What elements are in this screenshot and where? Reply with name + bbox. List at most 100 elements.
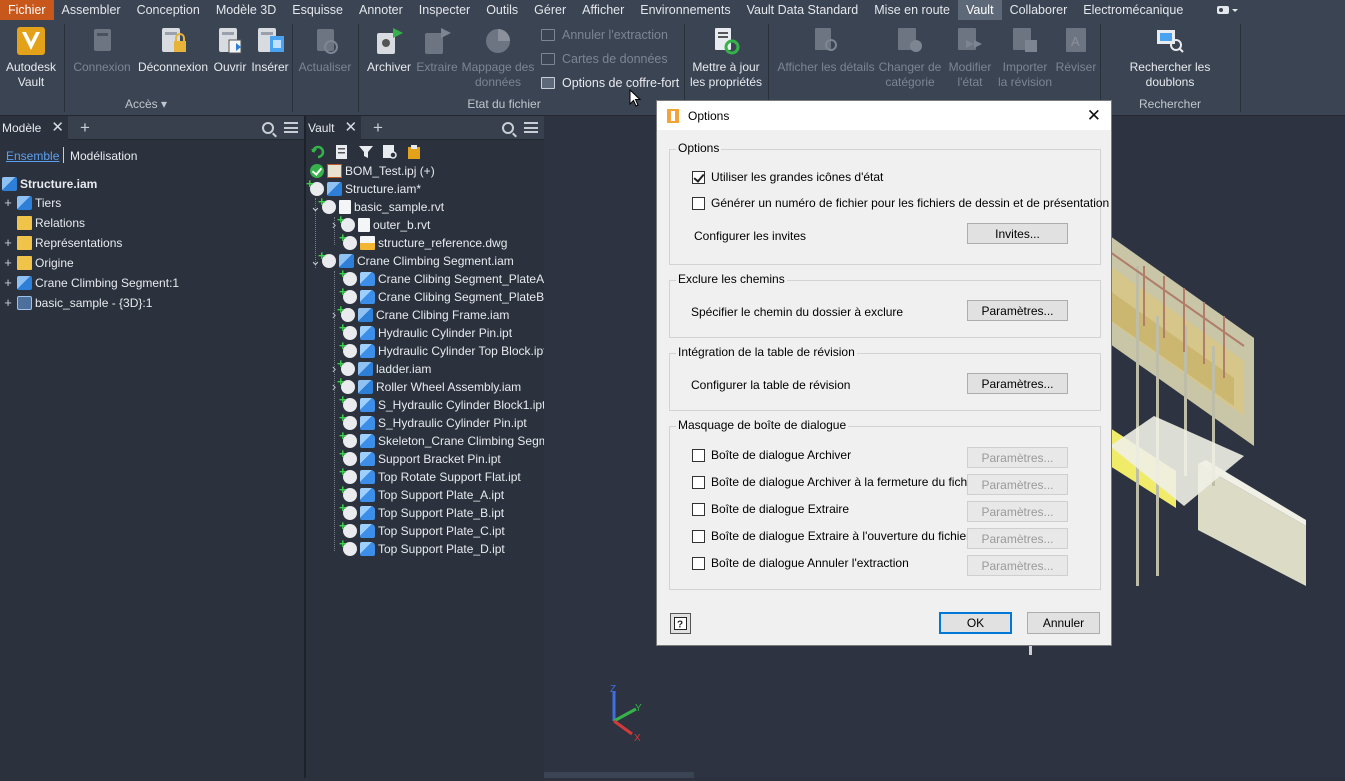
connexion-button[interactable]: Connexion — [72, 26, 132, 75]
vault-item-structure[interactable]: + Structure.iam* — [306, 177, 421, 198]
expand-icon[interactable]: + — [3, 194, 13, 212]
menu-conception[interactable]: Conception — [129, 0, 208, 20]
menu-vault[interactable]: Vault — [957, 0, 1002, 20]
vault-item-basic-sample[interactable]: ⌄ + basic_sample.rvt — [310, 195, 444, 216]
checkbox-icon[interactable] — [692, 502, 705, 516]
masquage-archiver-parametres-button[interactable]: Paramètres... — [967, 447, 1068, 468]
mappage-donnees-button[interactable]: Mappage des données — [460, 26, 536, 90]
tab-modele[interactable]: Modèle ✕ — [0, 115, 68, 140]
menu-collaborer[interactable]: Collaborer — [1002, 0, 1076, 20]
vault-item-support-bracket-pin[interactable]: + Support Bracket Pin.ipt — [339, 447, 501, 468]
vault-item-top-plate-b[interactable]: + Top Support Plate_B.ipt — [339, 501, 504, 522]
expand-icon[interactable]: + — [3, 234, 13, 252]
deconnexion-button[interactable]: Déconnexion — [137, 26, 209, 75]
expand-icon[interactable]: + — [3, 274, 13, 292]
close-icon[interactable]: ✕ — [51, 116, 64, 140]
archiver-button[interactable]: Archiver — [364, 26, 414, 75]
menu-environnements[interactable]: Environnements — [632, 0, 738, 20]
cartes-donnees-button[interactable]: Cartes de données — [541, 51, 668, 67]
vault-item-top-plate-c[interactable]: + Top Support Plate_C.ipt — [339, 519, 505, 540]
tree-item-origine[interactable]: + Origine — [3, 254, 74, 272]
menu-afficher[interactable]: Afficher — [574, 0, 632, 20]
vault-item-plate-a[interactable]: + Crane Clibing Segment_PlateA.ipt — [339, 267, 560, 288]
clipboard-icon[interactable] — [406, 144, 422, 160]
options-coffre-fort-button[interactable]: Options de coffre-fort — [541, 75, 679, 91]
exclure-parametres-button[interactable]: Paramètres... — [967, 300, 1068, 321]
chk-masquage-extraire-ouverture[interactable]: Boîte de dialogue Extraire à l'ouverture… — [692, 529, 970, 543]
menu-vault-data-standard[interactable]: Vault Data Standard — [739, 0, 867, 20]
menu-icon[interactable] — [284, 122, 298, 133]
vault-item-s-hydraulic-pin[interactable]: + S_Hydraulic Cylinder Pin.ipt — [339, 411, 527, 432]
importer-revision-button[interactable]: Importer la révision — [997, 26, 1053, 90]
vault-item-plate-b[interactable]: + Crane Clibing Segment_PlateB.ipt — [339, 285, 560, 306]
ok-button[interactable]: OK — [939, 612, 1012, 634]
vault-item-top-plate-a[interactable]: + Top Support Plate_A.ipt — [339, 483, 504, 504]
vault-item-structure-reference[interactable]: + structure_reference.dwg — [339, 231, 507, 252]
masquage-extraire-ouverture-parametres-button[interactable]: Paramètres... — [967, 528, 1068, 549]
tree-item-tiers[interactable]: + Tiers — [3, 194, 61, 212]
checkbox-icon[interactable] — [692, 196, 705, 210]
vault-item-s-hydraulic-block[interactable]: + S_Hydraulic Cylinder Block1.ipt — [339, 393, 545, 414]
search-icon[interactable] — [262, 121, 274, 134]
ribbon-toggle-icon[interactable] — [1215, 4, 1239, 16]
extraire-button[interactable]: Extraire — [415, 26, 459, 75]
search-icon[interactable] — [502, 121, 514, 134]
tree-root[interactable]: Structure.iam — [2, 175, 97, 193]
tab-vault[interactable]: Vault ✕ — [306, 115, 362, 140]
find-icon[interactable] — [382, 144, 398, 160]
chk-numero-fichier[interactable]: Générer un numéro de fichier pour les fi… — [692, 196, 1109, 210]
expand-icon[interactable]: + — [3, 254, 13, 272]
masquage-archiver-fermeture-parametres-button[interactable]: Paramètres... — [967, 474, 1068, 495]
group-acces-label[interactable]: Accès ▾ — [96, 97, 196, 111]
refresh-icon[interactable] — [310, 144, 326, 160]
tree-item-representations[interactable]: + Représentations — [3, 234, 122, 252]
vault-item-roller-wheel[interactable]: › + Roller Wheel Assembly.iam — [329, 375, 521, 396]
chk-masquage-extraire[interactable]: Boîte de dialogue Extraire — [692, 502, 849, 516]
menu-icon[interactable] — [524, 122, 538, 133]
chk-masquage-annuler-extraction[interactable]: Boîte de dialogue Annuler l'extraction — [692, 556, 909, 570]
filter-icon[interactable] — [358, 144, 374, 160]
menu-fichier[interactable]: Fichier — [0, 0, 54, 20]
invites-button[interactable]: Invites... — [967, 223, 1068, 244]
close-icon[interactable]: ✕ — [1087, 106, 1101, 126]
menu-esquisse[interactable]: Esquisse — [284, 0, 351, 20]
modifier-etat-button[interactable]: Modifier l'état — [944, 26, 996, 90]
add-tab-icon[interactable]: + — [373, 118, 383, 138]
mettre-a-jour-proprietes-button[interactable]: Mettre à jour les propriétés — [688, 26, 764, 90]
afficher-details-button[interactable]: Afficher les détails — [776, 26, 876, 75]
vault-item-hydraulic-top-block[interactable]: + Hydraulic Cylinder Top Block.ipt — [339, 339, 547, 360]
dialog-titlebar[interactable]: Options ✕ — [657, 101, 1111, 130]
inserer-button[interactable]: Insérer — [251, 26, 289, 75]
chk-masquage-archiver-fermeture[interactable]: Boîte de dialogue Archiver à la fermetur… — [692, 475, 980, 489]
menu-mise-en-route[interactable]: Mise en route — [866, 0, 958, 20]
add-tab-icon[interactable]: + — [80, 118, 90, 138]
tree-item-crane-segment[interactable]: + Crane Climbing Segment:1 — [3, 274, 179, 292]
menu-electromecanique[interactable]: Electromécanique — [1075, 0, 1191, 20]
vault-item-hydraulic-pin[interactable]: + Hydraulic Cylinder Pin.ipt — [339, 321, 512, 342]
checkbox-icon[interactable] — [692, 556, 705, 570]
vault-item-skeleton[interactable]: + Skeleton_Crane Climbing Segment — [339, 429, 565, 450]
menu-inspecter[interactable]: Inspecter — [411, 0, 478, 20]
chk-masquage-archiver[interactable]: Boîte de dialogue Archiver — [692, 448, 851, 462]
checkbox-icon[interactable] — [692, 475, 705, 489]
reviser-button[interactable]: A Réviser — [1054, 26, 1098, 75]
vault-item-top-plate-d[interactable]: + Top Support Plate_D.ipt — [339, 537, 505, 558]
checkbox-icon[interactable] — [692, 448, 705, 462]
tree-item-basic-sample[interactable]: + basic_sample - {3D}:1 — [3, 294, 152, 312]
vault-item-bom-test[interactable]: BOM_Test.ipj (+) — [310, 162, 435, 180]
masquage-extraire-parametres-button[interactable]: Paramètres... — [967, 501, 1068, 522]
subtab-modelisation[interactable]: Modélisation — [70, 149, 137, 163]
annuler-extraction-button[interactable]: Annuler l'extraction — [541, 27, 668, 43]
menu-gerer[interactable]: Gérer — [526, 0, 574, 20]
menu-annoter[interactable]: Annoter — [351, 0, 411, 20]
masquage-annuler-parametres-button[interactable]: Paramètres... — [967, 555, 1068, 576]
tree-item-relations[interactable]: Relations — [3, 214, 85, 232]
actualiser-button[interactable]: Actualiser — [296, 26, 354, 75]
chk-grandes-icones[interactable]: Utiliser les grandes icônes d'état — [692, 170, 883, 184]
vault-item-crane-frame[interactable]: › + Crane Clibing Frame.iam — [329, 303, 509, 324]
annuler-button[interactable]: Annuler — [1027, 612, 1100, 634]
changer-categorie-button[interactable]: Changer de catégorie — [878, 26, 942, 90]
subtab-ensemble[interactable]: Ensemble — [6, 149, 59, 163]
properties-icon[interactable] — [334, 144, 350, 160]
menu-modele-3d[interactable]: Modèle 3D — [208, 0, 284, 20]
